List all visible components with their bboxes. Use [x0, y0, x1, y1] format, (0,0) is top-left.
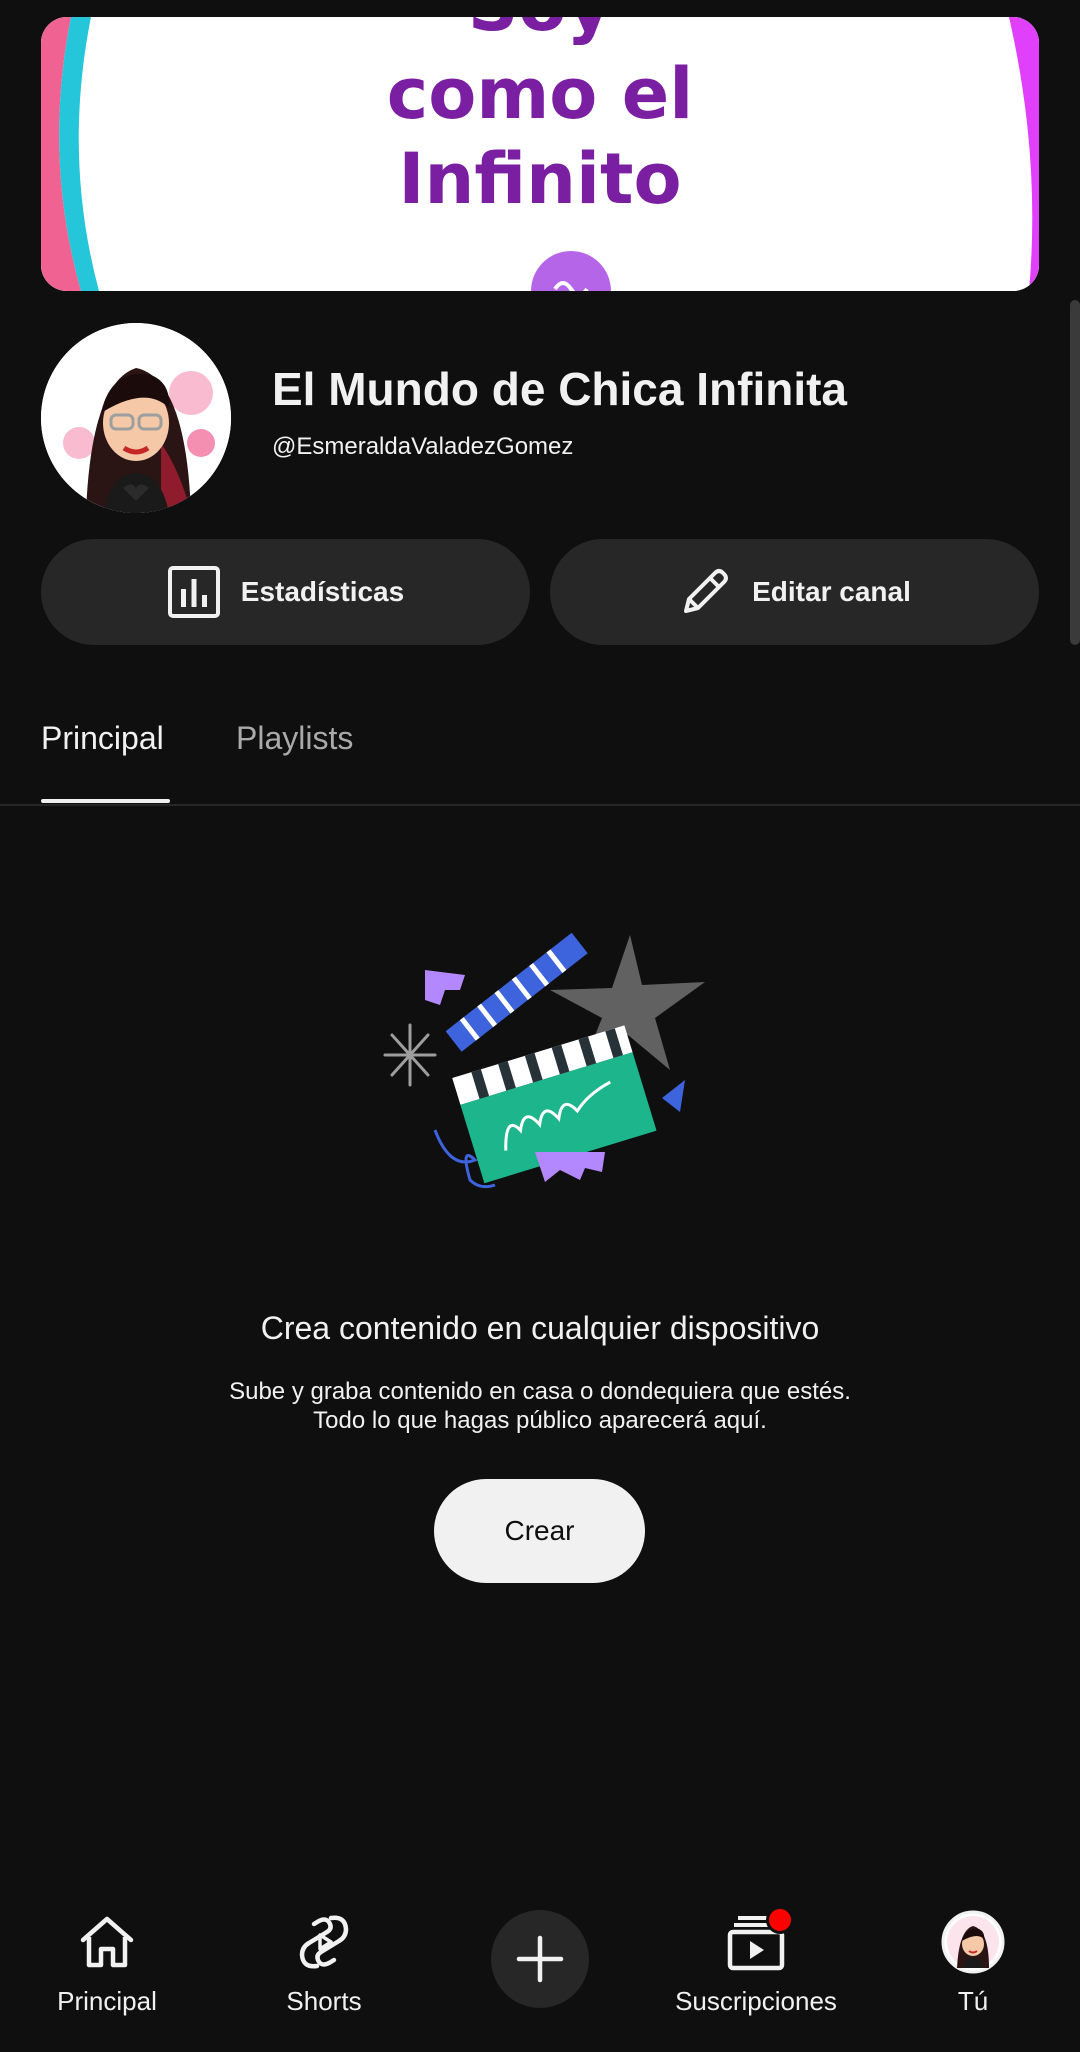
nav-label-tu: Tú — [957, 1986, 989, 2016]
tab-playlists[interactable]: Playlists — [236, 720, 353, 757]
tab-divider — [0, 804, 1080, 806]
notification-dot — [766, 1906, 794, 1934]
avatar-icon — [941, 1910, 1005, 1974]
channel-avatar[interactable] — [41, 323, 231, 513]
banner-text-line2: Infinito — [398, 138, 682, 220]
bottom-navigation: Principal Shorts Suscripciones Tú — [0, 1880, 1080, 2052]
nav-item-shorts[interactable]: Shorts — [224, 1910, 424, 2017]
tab-principal[interactable]: Principal — [41, 720, 164, 757]
pencil-icon — [684, 569, 729, 613]
scrollbar[interactable] — [1070, 300, 1080, 645]
shorts-icon — [292, 1910, 356, 1974]
channel-name: El Mundo de Chica Infinita — [272, 363, 847, 415]
subscriptions-icon — [724, 1906, 794, 1974]
nav-item-suscripciones[interactable]: Suscripciones — [656, 1906, 856, 2017]
stats-button[interactable]: Estadísticas — [41, 539, 530, 645]
avatar-illustration — [41, 323, 231, 513]
create-button[interactable]: Crear — [434, 1479, 645, 1583]
nav-label-shorts: Shorts — [286, 1986, 362, 2016]
create-nav-button[interactable] — [491, 1910, 589, 2008]
empty-state-description-line1: Sube y graba contenido en casa o dondequ… — [229, 1378, 851, 1405]
banner-text-partial: Soy — [41, 17, 1039, 41]
edit-channel-button[interactable]: Editar canal — [550, 539, 1039, 645]
edit-channel-button-label: Editar canal — [752, 576, 911, 607]
nav-item-principal[interactable]: Principal — [7, 1910, 207, 2017]
empty-state-title: Crea contenido en cualquier dispositivo — [260, 1310, 820, 1346]
stats-button-label: Estadísticas — [240, 576, 405, 607]
bar-chart-icon — [167, 566, 220, 618]
empty-state-description-line2: Todo lo que hagas público aparecerá aquí… — [313, 1407, 767, 1434]
nav-label-suscripciones: Suscripciones — [675, 1986, 837, 2016]
channel-handle: @EsmeraldaValadezGomez — [272, 433, 574, 460]
nav-item-tu[interactable]: Tú — [873, 1910, 1073, 2017]
home-icon — [75, 1910, 139, 1974]
banner-text-line1: como el — [386, 53, 694, 135]
clapperboard-illustration — [383, 932, 705, 1189]
active-tab-indicator — [41, 799, 170, 803]
channel-banner: Soy como el Infinito — [41, 17, 1039, 291]
nav-label-principal: Principal — [57, 1986, 157, 2016]
plus-icon — [516, 1935, 564, 1983]
